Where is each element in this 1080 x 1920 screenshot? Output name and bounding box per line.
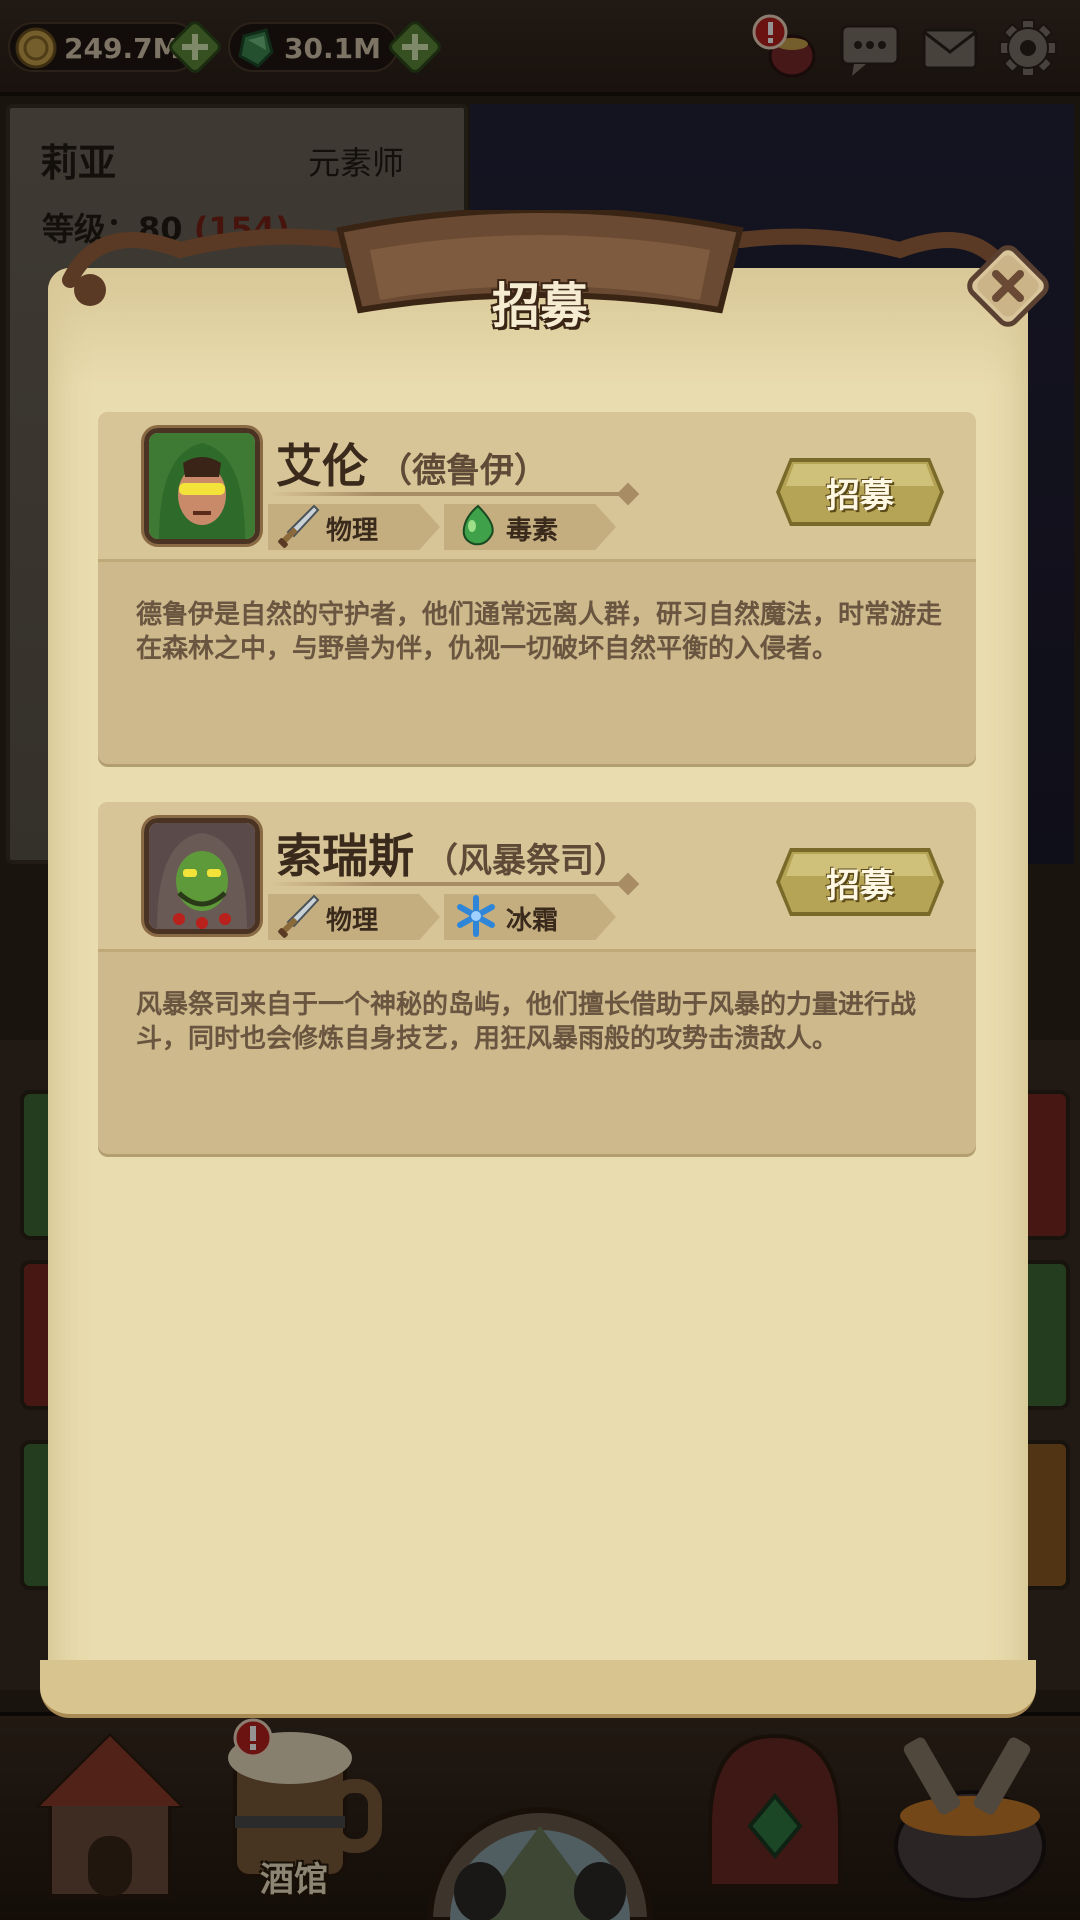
hero-description: 德鲁伊是自然的守护者，他们通常远离人群，研习自然魔法，时常游走在森林之中，与野兽… xyxy=(136,600,943,664)
sword-icon xyxy=(278,504,320,548)
recruit-button-label: 招募 xyxy=(826,476,894,516)
sword-icon xyxy=(278,894,320,938)
hero-card: 艾伦 （德鲁伊） 物理 毒素 招募 德鲁伊是自然的守护者，他们通常远离人群，研习自… xyxy=(98,412,976,764)
element-label: 毒素 xyxy=(506,516,559,546)
name-divider xyxy=(268,882,628,886)
hero-card: 索瑞斯 （风暴祭司） 物理 冰霜 招募 风暴祭司来自于一个神秘的岛屿，他们擅长借助… xyxy=(98,802,976,1154)
recruit-button[interactable]: 招募 xyxy=(774,846,946,918)
name-divider xyxy=(268,492,628,496)
scroll-bottom-roll xyxy=(40,1660,1036,1718)
hero-name: 艾伦 （德鲁伊） xyxy=(276,439,548,493)
element-label: 冰霜 xyxy=(506,906,559,936)
close-x-icon[interactable] xyxy=(960,238,1056,334)
recruit-button-label: 招募 xyxy=(826,866,894,906)
poison-drop-icon xyxy=(462,504,494,546)
hero-class: （德鲁伊） xyxy=(378,451,548,491)
druid-portrait xyxy=(144,428,260,544)
damage-type-label: 物理 xyxy=(326,906,379,936)
hero-class: （风暴祭司） xyxy=(424,841,628,881)
damage-type-label: 物理 xyxy=(326,516,379,546)
modal-title: 招募 xyxy=(491,278,588,334)
hero-description: 风暴祭司来自于一个神秘的岛屿，他们擅长借助于风暴的力量进行战斗，同时也会修炼自身… xyxy=(136,990,917,1054)
recruit-button[interactable]: 招募 xyxy=(774,456,946,528)
hero-name: 索瑞斯 （风暴祭司） xyxy=(276,829,628,883)
snowflake-icon xyxy=(457,895,495,937)
storm-priest-portrait xyxy=(144,818,260,934)
